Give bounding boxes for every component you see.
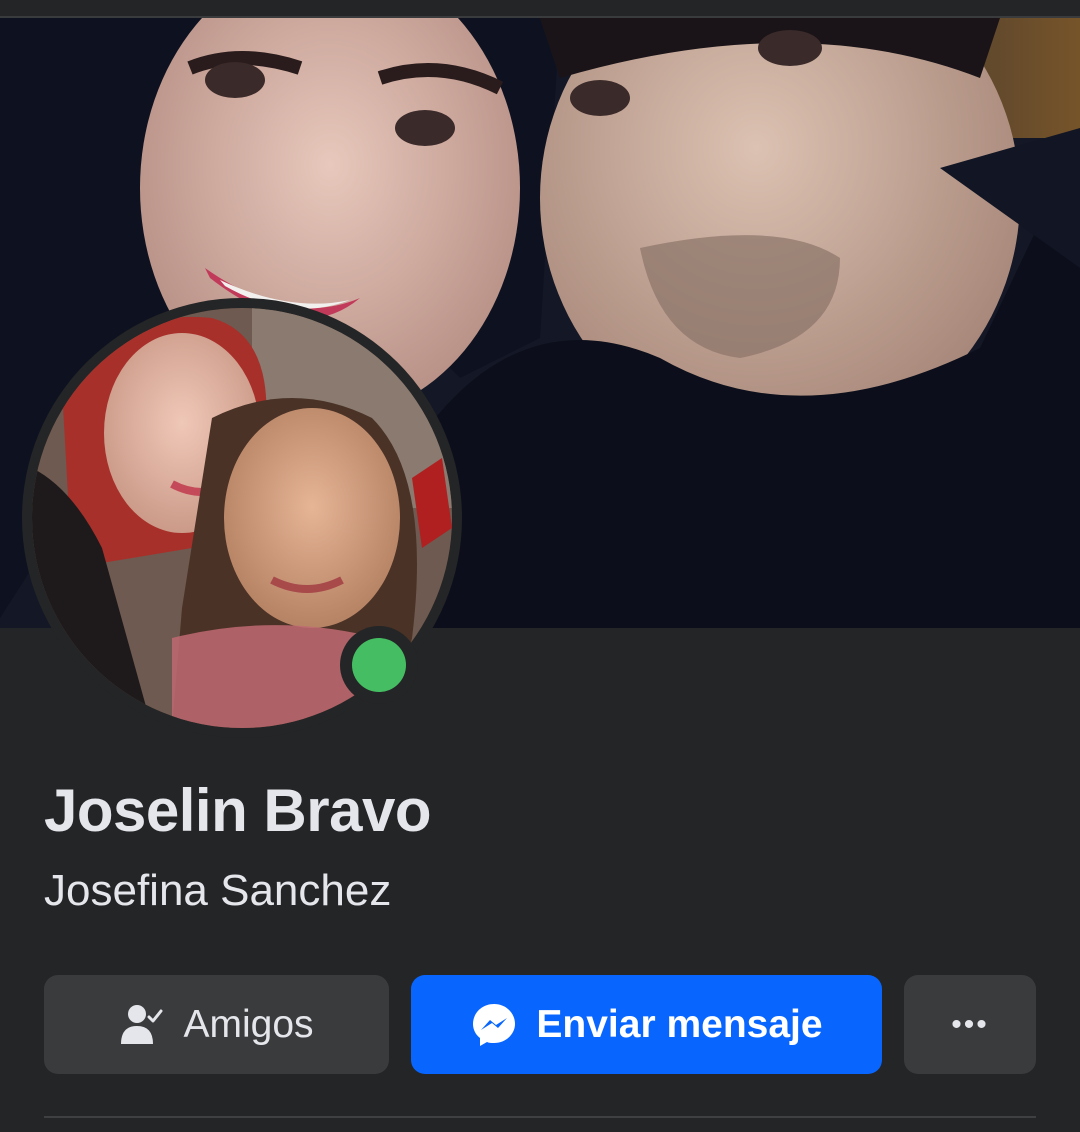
profile-alternate-name: Josefina Sanchez (44, 866, 392, 915)
more-options-button[interactable]: ••• (904, 975, 1036, 1074)
more-dots-icon: ••• (951, 1007, 989, 1041)
section-divider (44, 1116, 1036, 1118)
messenger-icon (470, 1001, 518, 1049)
online-status-indicator (340, 626, 418, 704)
friends-button-label: Amigos (183, 1002, 314, 1046)
profile-name: Joselin Bravo (44, 777, 432, 844)
friends-button[interactable]: Amigos (44, 975, 389, 1074)
person-check-icon (119, 1002, 165, 1048)
send-message-button[interactable]: Enviar mensaje (411, 975, 882, 1074)
send-message-button-label: Enviar mensaje (536, 1002, 823, 1046)
